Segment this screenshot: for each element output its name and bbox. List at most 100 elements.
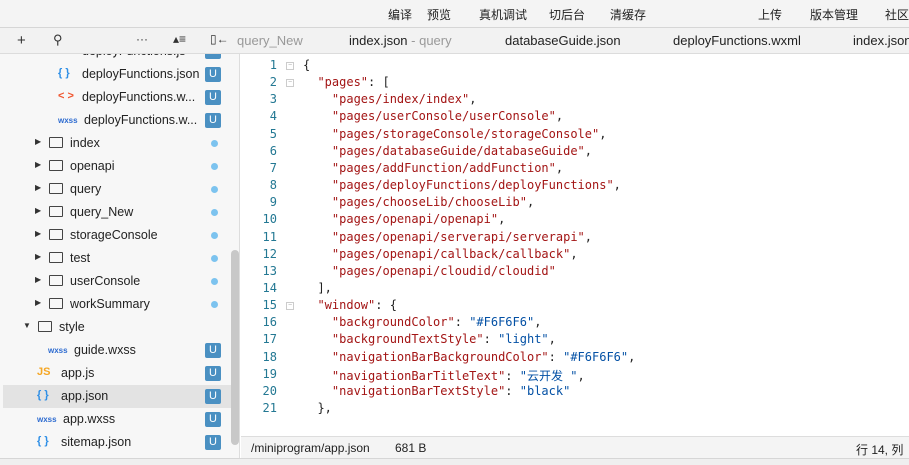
tree-item-label: query_New <box>70 205 134 219</box>
code-token: , <box>613 178 621 193</box>
modified-dot <box>211 163 218 170</box>
code-token: , <box>570 246 578 261</box>
modified-dot <box>211 255 218 262</box>
line-number: 6 <box>269 143 277 158</box>
tree-item[interactable]: { } app.json U <box>3 385 231 408</box>
community-button[interactable]: 社区 <box>885 6 909 23</box>
wxss-file-icon: wxss <box>58 116 78 125</box>
tab-2[interactable]: databaseGuide.json <box>505 33 621 48</box>
tree-item[interactable]: ▶ workSummary <box>3 293 231 316</box>
chevron-right-icon[interactable]: ▶ <box>35 252 41 261</box>
top-toolbar: 编译 预览 真机调试 切后台 清缓存 上传 版本管理 社区 <box>0 0 909 28</box>
chevron-right-icon[interactable]: ▶ <box>35 137 41 146</box>
clear-cache-button[interactable]: 清缓存 <box>610 6 646 23</box>
untracked-badge: U <box>205 67 221 82</box>
tree-item[interactable]: { } sitemap.json U <box>3 431 231 454</box>
chevron-down-icon[interactable]: ▼ <box>23 321 31 330</box>
code-token: "#F6F6F6" <box>469 315 535 330</box>
chevron-right-icon[interactable]: ▶ <box>35 183 41 192</box>
code-token: : [ <box>368 75 390 90</box>
code-token: , <box>526 195 535 210</box>
code-token: "pages/databaseGuide/databaseGuide" <box>331 143 585 158</box>
chevron-right-icon[interactable]: ▶ <box>35 160 41 169</box>
add-icon[interactable]: + <box>17 32 26 49</box>
tree-item[interactable]: ▶ storageConsole <box>3 224 231 247</box>
tab-0[interactable]: query_New <box>237 33 303 48</box>
tree-item-label: deployFunctions.w... <box>84 113 198 127</box>
line-number: 8 <box>269 178 277 193</box>
chevron-right-icon[interactable]: ▶ <box>35 298 41 307</box>
remote-debug-button[interactable]: 真机调试 <box>479 6 527 23</box>
fold-icon[interactable]: − <box>286 62 294 70</box>
tree-item[interactable]: wxss deployFunctions.w... U <box>3 109 231 132</box>
hide-sidebar-icon[interactable]: ▯← <box>210 32 229 46</box>
code-token: "pages/storageConsole/storageConsole" <box>331 126 600 141</box>
tab-label: index.json <box>853 33 909 48</box>
upload-button[interactable]: 上传 <box>758 6 782 23</box>
sidebar-scrollbar[interactable] <box>231 250 239 445</box>
tab-1[interactable]: index.json - query <box>349 33 452 48</box>
tree-item[interactable]: JS app.js U <box>3 362 231 385</box>
code-token: "pages/userConsole/userConsole" <box>331 109 556 124</box>
code-line: "pages/databaseGuide/databaseGuide", <box>303 144 592 158</box>
version-button[interactable]: 版本管理 <box>810 6 858 23</box>
code-line: "pages/chooseLib/chooseLib", <box>303 195 534 209</box>
more-icon[interactable]: ··· <box>136 32 148 46</box>
fold-icon[interactable]: − <box>286 79 294 88</box>
code-token: "backgroundColor" <box>331 315 455 330</box>
tab-4[interactable]: index.json <box>853 33 909 48</box>
tree-item[interactable]: wxss guide.wxss U <box>3 339 231 362</box>
tree-item[interactable]: JS deployFunctions.js U <box>3 54 231 63</box>
tree-item-label: app.json <box>61 389 109 403</box>
tree-item[interactable]: < > deployFunctions.w... U <box>3 86 231 109</box>
fold-icon[interactable]: − <box>286 302 294 311</box>
code-token: "light" <box>498 332 549 347</box>
line-number: 7 <box>269 160 277 175</box>
chevron-right-icon[interactable]: ▶ <box>35 229 41 238</box>
chevron-right-icon[interactable]: ▶ <box>35 275 41 284</box>
collapse-all-icon[interactable]: ▴≡ <box>173 32 186 46</box>
tab-bar: + ⚲ ··· ▴≡ ▯← query_New index.json - quer… <box>0 28 909 54</box>
tree-item[interactable]: ▶ index <box>3 132 231 155</box>
code-editor[interactable]: 1−{2− "pages": [3 "pages/index/index", 4 … <box>241 54 909 436</box>
tree-item[interactable]: wxss app.wxss U <box>3 408 231 431</box>
code-token: "navigationBarTextStyle" <box>331 383 506 398</box>
tree-item[interactable]: ▶ openapi <box>3 155 231 178</box>
code-token: , <box>584 229 593 244</box>
background-button[interactable]: 切后台 <box>549 6 585 23</box>
tree-item[interactable]: { } deployFunctions.json U <box>3 63 231 86</box>
tree-item-label: storageConsole <box>70 228 158 242</box>
search-icon[interactable]: ⚲ <box>53 32 63 48</box>
line-number: 9 <box>269 195 277 210</box>
folder-icon <box>49 275 63 286</box>
tree-item[interactable]: ▶ test <box>3 247 231 270</box>
code-token: "#F6F6F6" <box>563 349 629 364</box>
line-number: 3 <box>269 92 277 107</box>
code-token: "black" <box>519 383 571 398</box>
preview-button[interactable]: 预览 <box>427 6 451 23</box>
json-file-icon: { } <box>37 389 49 401</box>
tree-item[interactable]: ▶ query <box>3 178 231 201</box>
tree-item[interactable]: ▼ style <box>3 316 231 339</box>
modified-dot <box>211 140 218 147</box>
modified-dot <box>211 186 218 193</box>
tree-item[interactable]: ▶ query_New <box>3 201 231 224</box>
tree-item[interactable]: ▶ userConsole <box>3 270 231 293</box>
line-number: 4 <box>269 109 277 124</box>
code-token: , <box>555 109 564 124</box>
untracked-badge: U <box>205 389 221 404</box>
compile-button[interactable]: 编译 <box>388 6 412 23</box>
file-path: /miniprogram/app.json <box>251 441 370 455</box>
code-token: , <box>599 126 607 141</box>
tab-3[interactable]: deployFunctions.wxml <box>673 33 801 48</box>
chevron-right-icon[interactable]: ▶ <box>35 206 41 215</box>
